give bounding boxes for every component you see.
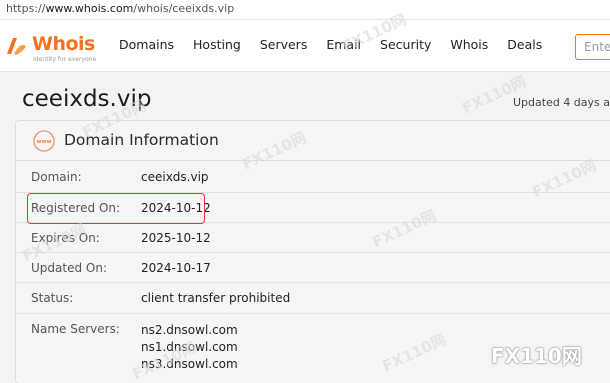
row-value: 2025-10-12 (141, 231, 211, 245)
www-badge-text: www (36, 139, 51, 145)
fx110-watermark-badge: FX110网 (491, 344, 582, 368)
row-value: ceeixds.vip (141, 170, 209, 184)
top-navigation: Whois Identity for everyone Domains Host… (0, 20, 610, 72)
info-row-status: Status: client transfer prohibited (16, 283, 610, 314)
nav-security[interactable]: Security (380, 37, 431, 52)
whois-logo[interactable]: Whois Identity for everyone (4, 32, 104, 66)
nav-deals[interactable]: Deals (507, 37, 542, 52)
www-globe-icon: www (33, 130, 55, 152)
address-bar[interactable]: https://www.whois.com/whois/ceeixds.vip (0, 0, 610, 20)
info-row-updated: Updated On: 2024-10-17 (16, 253, 610, 283)
updated-text: Updated 4 days ago (513, 96, 610, 109)
info-row-expires: Expires On: 2025-10-12 (16, 223, 610, 253)
row-label: Domain: (31, 170, 82, 184)
row-value: client transfer prohibited (141, 291, 291, 305)
nav-servers[interactable]: Servers (260, 37, 308, 52)
info-row-domain: Domain: ceeixds.vip (16, 162, 610, 193)
whois-logo-icon (7, 38, 26, 55)
row-label: Updated On: (31, 261, 107, 275)
logo-tagline: Identity for everyone (33, 56, 97, 63)
watermark: FX110网 (459, 72, 529, 118)
row-label: Status: (31, 291, 74, 305)
nav-domains[interactable]: Domains (119, 37, 174, 52)
search-box (575, 34, 610, 60)
logo-wordmark: Whois (32, 33, 95, 55)
url-text: https://www.whois.com/whois/ceeixds.vip (6, 2, 235, 15)
nav-whois[interactable]: Whois (450, 37, 488, 52)
row-value: 2024-10-17 (141, 261, 211, 275)
search-input[interactable] (576, 35, 610, 59)
registered-on-highlight-box (27, 193, 205, 224)
row-label: Name Servers: (31, 322, 120, 336)
nav-hosting[interactable]: Hosting (193, 37, 241, 52)
